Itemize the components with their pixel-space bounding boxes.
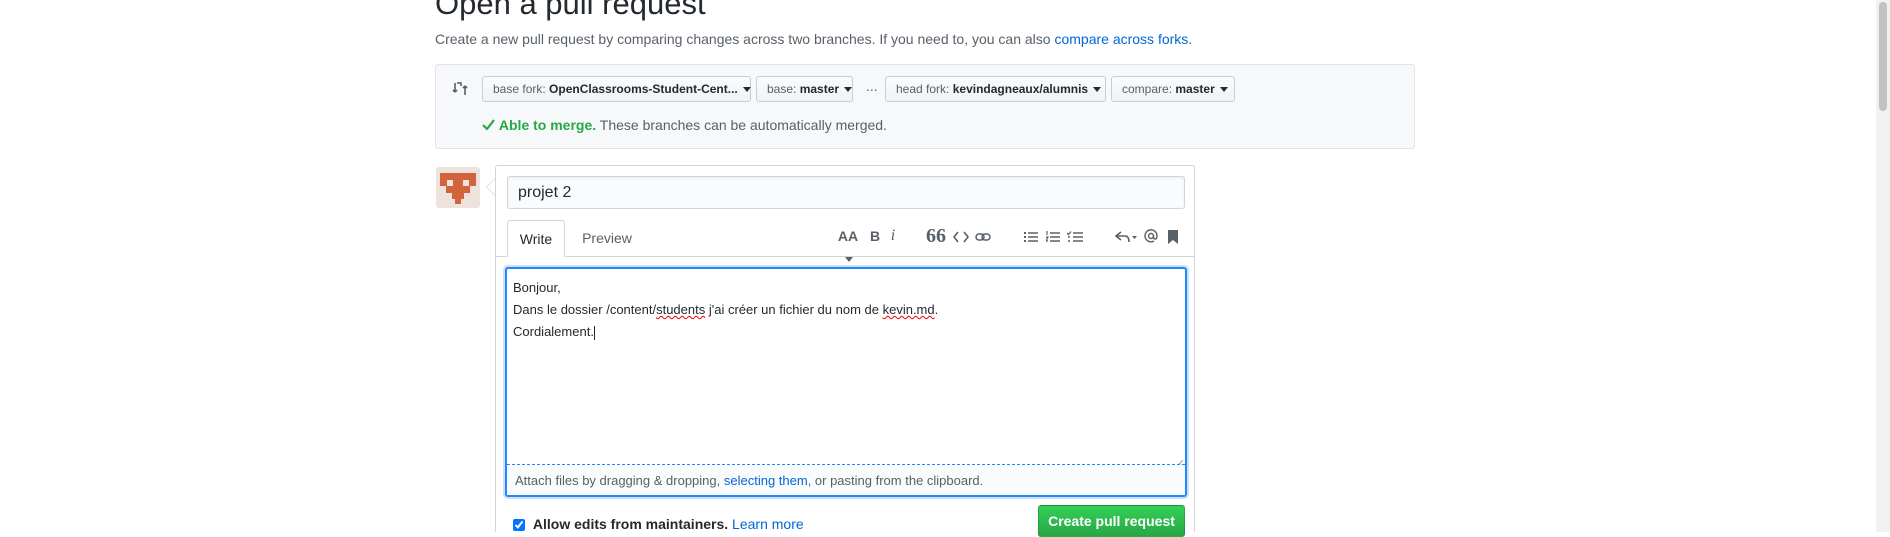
mention-icon[interactable]: [1142, 225, 1160, 247]
subtitle-text: Create a new pull request by comparing c…: [435, 31, 1055, 47]
body-line-2-part-1: Dans le dossier /content/: [513, 302, 657, 317]
body-line-2-part-2: j'ai créer un fichier du nom de: [705, 302, 883, 317]
compare-value: master: [1175, 82, 1215, 96]
compare-across-forks-link[interactable]: compare across forks: [1054, 31, 1188, 47]
tab-write[interactable]: Write: [507, 220, 565, 257]
bold-icon[interactable]: B: [867, 225, 883, 247]
body-line-3: Cordialement.: [513, 324, 594, 339]
allow-edits-label: Allow edits from maintainers.: [532, 516, 729, 532]
avatar[interactable]: [436, 167, 480, 208]
reply-icon[interactable]: [1114, 225, 1138, 247]
body-line-2-part-3: .: [934, 302, 939, 317]
caret-down-icon: [1219, 87, 1228, 93]
resize-grip-icon[interactable]: [1174, 455, 1184, 469]
body-line-2-misspelled-2: kevin.md: [882, 302, 935, 317]
subtitle-end: .: [1188, 31, 1193, 47]
allow-edits-checkbox[interactable]: [513, 519, 525, 532]
body-line-2-misspelled-1: students: [656, 302, 706, 317]
attach-text-part-2: , or pasting from the clipboard.: [807, 473, 984, 488]
page-title: Open a pull request: [435, 0, 706, 21]
base-label: base:: [767, 82, 797, 96]
merge-status: Able to merge.: [498, 117, 597, 133]
pr-title-input[interactable]: projet 2: [507, 176, 1185, 209]
learn-more-link[interactable]: Learn more: [732, 516, 804, 532]
caret-down-icon: [844, 87, 853, 93]
merge-message: These branches can be automatically merg…: [599, 117, 887, 133]
base-fork-value: OpenClassrooms-Student-Cent...: [549, 82, 738, 96]
italic-icon[interactable]: i: [885, 225, 901, 247]
selecting-them-link[interactable]: selecting them: [724, 473, 808, 488]
head-fork-value: kevindagneaux/alumnis: [952, 82, 1089, 96]
head-fork-select[interactable]: head fork: kevindagneaux/alumnis: [885, 76, 1106, 102]
compare-branch-select[interactable]: compare: master: [1111, 76, 1235, 102]
create-pull-request-button[interactable]: Create pull request: [1038, 505, 1185, 537]
merge-status-line: Able to merge. These branches can be aut…: [482, 117, 887, 133]
body-line-1: Bonjour,: [513, 280, 561, 295]
ordered-list-icon[interactable]: [1044, 225, 1062, 247]
caret-down-icon: [1093, 87, 1102, 93]
form-pointer-inner: [487, 179, 495, 195]
base-fork-select[interactable]: base fork: OpenClassrooms-Student-Cent..…: [482, 76, 751, 102]
code-icon[interactable]: [951, 225, 971, 247]
header-icon-text: AA: [837, 228, 859, 244]
attach-files-text: Attach files by dragging & dropping, sel…: [515, 473, 983, 488]
pr-body-text[interactable]: Bonjour, Dans le dossier /content/studen…: [513, 277, 938, 343]
base-fork-label: base fork:: [493, 82, 546, 96]
page-subtitle: Create a new pull request by comparing c…: [435, 31, 1192, 47]
header-icon[interactable]: AA: [834, 225, 862, 262]
quote-icon[interactable]: 66: [926, 225, 946, 247]
git-compare-icon: [451, 80, 469, 98]
task-list-icon[interactable]: [1066, 225, 1084, 247]
unordered-list-icon[interactable]: [1022, 225, 1040, 247]
attach-divider: [507, 464, 1185, 465]
text-cursor: [593, 325, 595, 340]
bookmark-icon[interactable]: [1165, 225, 1181, 247]
base-branch-select[interactable]: base: master: [756, 76, 853, 102]
attach-text-part-1: Attach files by dragging & dropping,: [515, 473, 724, 488]
caret-down-icon: [742, 87, 751, 93]
allow-edits-row: Allow edits from maintainers. Learn more: [513, 516, 804, 532]
caret-down-icon: [844, 256, 853, 262]
tab-preview[interactable]: Preview: [574, 220, 640, 257]
range-separator: ...: [866, 78, 878, 94]
head-fork-label: head fork:: [896, 82, 950, 96]
compare-label: compare:: [1122, 82, 1173, 96]
check-icon: [482, 117, 495, 133]
link-icon[interactable]: [973, 225, 993, 247]
scrollbar-thumb[interactable]: [1879, 2, 1887, 111]
base-value: master: [799, 82, 840, 96]
